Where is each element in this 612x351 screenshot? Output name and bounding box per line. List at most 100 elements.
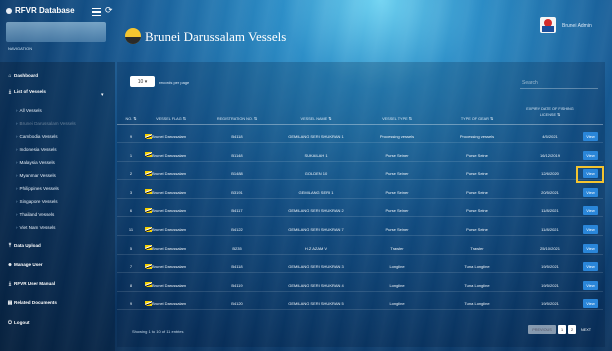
upload-icon: ⤒ (8, 243, 12, 249)
table-row (117, 290, 603, 292)
highlight-box (576, 166, 604, 183)
brunei-flag-icon (145, 226, 152, 232)
column-header-expiry-date[interactable]: EXPIRY DATE OF FISHING LICENSE ⇅ (522, 106, 578, 118)
search-underline (520, 88, 598, 89)
sidebar-item-manage-user[interactable]: ☻Manage User (6, 262, 42, 268)
sidebar-item-user-manual[interactable]: ⤓ RFVR User Manual (6, 281, 55, 287)
cell-expiry-date: 19/5/2021 (541, 264, 559, 270)
cell-vessel-name: GEMILANG SERI SHUKRAN 2 (288, 208, 344, 214)
chevron-down-icon: ▾ (144, 78, 148, 85)
brunei-flag-icon (145, 245, 152, 251)
table-info: Showing 1 to 10 of 11 entries (132, 329, 184, 334)
sidebar-item-singapore-vessels[interactable]: › Singapore Vessels (16, 199, 58, 204)
sidebar (0, 62, 115, 351)
caret-right-icon: › (16, 147, 18, 152)
search-input[interactable]: Search (522, 80, 538, 86)
sidebar-item-thailand-vessels[interactable]: › Thailand Vessels (16, 212, 54, 217)
cell-registration-no: B4117 (231, 208, 243, 214)
cell-vessel-type: Purse Seiner (385, 152, 409, 158)
brand[interactable]: RFVR Database (6, 6, 75, 15)
cell-vessel-name: H.Z AZAM V (304, 245, 328, 251)
view-button[interactable]: View (583, 299, 598, 309)
cell-no: 3 (129, 189, 133, 195)
cell-vessel-name: SUKAILAH 1 (304, 152, 328, 158)
sidebar-item-related-documents[interactable]: ▤ Related Documents (6, 300, 57, 306)
table-row (117, 216, 603, 218)
column-header-vessel-type[interactable]: VESSEL TYPE ⇅ (360, 116, 434, 121)
sidebar-item-philippines-vessels[interactable]: › Philippines Vessels (16, 186, 59, 191)
view-button[interactable]: View (583, 150, 598, 160)
cell-registration-no: B4119 (231, 282, 243, 288)
caret-right-icon: › (16, 186, 18, 191)
caret-right-icon: › (16, 134, 18, 139)
table-row (117, 197, 603, 199)
cell-registration-no: B4120 (231, 301, 243, 307)
app-window: RFVR Database ⟳ NAVIGATION Brunei Daruss… (0, 0, 612, 351)
chevron-down-icon[interactable]: ▾ (101, 92, 104, 98)
view-button[interactable]: View (583, 243, 598, 253)
cell-type-of-gear: Trawler (470, 245, 484, 251)
cell-type-of-gear: Processing vessels (459, 134, 495, 139)
column-header-vessel-flag[interactable]: VESSEL FLAG ⇅ (142, 116, 200, 121)
username[interactable]: Brunei Admin (562, 23, 592, 29)
view-button[interactable]: View (583, 206, 598, 216)
cell-expiry-date: 25/10/2021 (539, 245, 561, 251)
brunei-flag-icon (145, 263, 152, 269)
view-button[interactable]: View (583, 132, 598, 141)
cell-vessel-name: GEMILANG SERI SHUKRAN 5 (288, 301, 344, 307)
pagination-next-button[interactable]: NEXT (578, 325, 594, 334)
menu-toggle-icon[interactable] (92, 8, 101, 16)
refresh-icon[interactable]: ⟳ (105, 5, 113, 16)
avatar[interactable] (540, 17, 556, 33)
sidebar-item-list-of-vessels[interactable]: ⤓ List of Vessels (6, 89, 46, 95)
cell-vessel-flag: Brunei Darussalam (152, 227, 187, 232)
cell-no: 2 (129, 171, 133, 177)
sidebar-item-all-vessels[interactable]: › All Vessels (16, 108, 42, 113)
cell-no: 9 (129, 301, 133, 307)
view-button[interactable]: View (583, 187, 598, 197)
home-icon: ⌂ (8, 73, 12, 79)
cell-registration-no: B1488 (231, 171, 243, 177)
column-header-vessel-name[interactable]: VESSEL NAME ⇅ (276, 116, 356, 121)
sidebar-item-dashboard[interactable]: ⌂ Dashboard (6, 73, 38, 79)
table-row (117, 160, 603, 162)
brand-text: RFVR Database (15, 6, 75, 15)
header-divider (117, 124, 603, 125)
download-icon: ⤓ (8, 281, 12, 287)
view-button[interactable]: View (583, 225, 598, 234)
caret-right-icon: › (16, 212, 18, 217)
brunei-flag-icon (145, 133, 152, 139)
pagination: PREVIOUS 1 2 NEXT (528, 325, 594, 334)
records-per-page-select[interactable]: 10 ▾ (130, 76, 155, 87)
cell-vessel-flag: Brunei Darussalam (152, 245, 187, 251)
view-button[interactable]: View (583, 262, 598, 272)
caret-right-icon: › (16, 121, 18, 126)
cell-type-of-gear: Purse Seine (466, 189, 488, 195)
cell-vessel-name: GEMILANG SERI SHUKRAN 3 (288, 264, 344, 270)
cell-vessel-name: GOLDEN 10 (304, 171, 328, 177)
cell-expiry-date: 20/5/2021 (541, 189, 559, 195)
pagination-previous-button[interactable]: PREVIOUS (528, 325, 556, 334)
column-header-registration-no[interactable]: REGISTRATION NO. ⇅ (204, 116, 270, 121)
pagination-page-2[interactable]: 2 (568, 325, 576, 334)
sidebar-item-cambodia-vessels[interactable]: › Cambodia Vessels (16, 134, 58, 139)
sidebar-item-logout[interactable]: ⏻ Logout (6, 320, 30, 326)
sidebar-item-brunei-vessels[interactable]: › Brunei Darussalam Vessels (16, 121, 76, 126)
pagination-page-1[interactable]: 1 (558, 325, 566, 334)
cell-vessel-flag: Brunei Darussalam (152, 171, 187, 177)
cell-expiry-date: 19/5/2021 (541, 301, 559, 307)
column-header-type-of-gear[interactable]: TYPE OF GEAR ⇅ (438, 116, 516, 121)
sidebar-item-malaysia-vessels[interactable]: › Malaysia Vessels (16, 160, 55, 165)
brunei-flag-icon (145, 152, 152, 158)
sidebar-item-myanmar-vessels[interactable]: › Myanmar Vessels (16, 173, 56, 178)
column-header-no[interactable]: NO. ⇅ (124, 116, 138, 121)
view-button[interactable]: View (583, 280, 598, 290)
cell-expiry-date: 11/8/2021 (541, 227, 559, 232)
cell-expiry-date: 4/5/2021 (542, 134, 558, 139)
sidebar-item-indonesia-vessels[interactable]: › Indonesia Vessels (16, 147, 57, 152)
cell-expiry-date: 11/8/2021 (541, 208, 559, 214)
cell-vessel-type: Longline (389, 264, 405, 270)
sidebar-item-data-upload[interactable]: ⤒ Data Upload (6, 243, 41, 249)
sidebar-item-vietnam-vessels[interactable]: › Viet Nam Vessels (16, 225, 55, 230)
cell-vessel-name: GEMILANG SERI SHUKRAN 1 (288, 134, 344, 139)
